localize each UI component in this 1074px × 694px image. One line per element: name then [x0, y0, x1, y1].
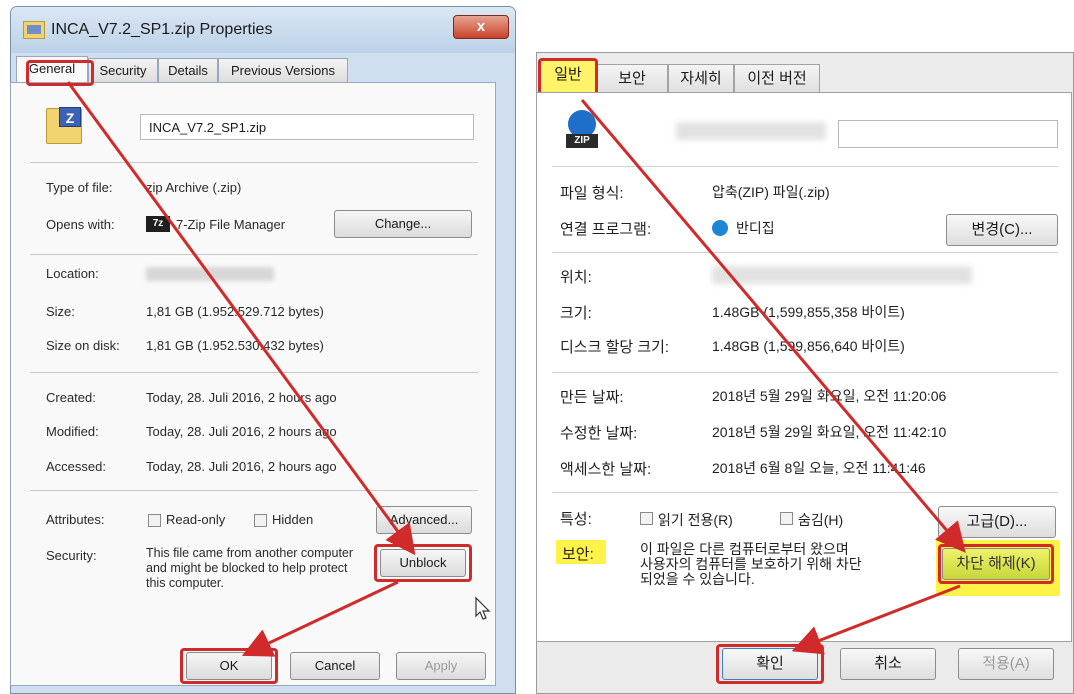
annotation-arrows	[66, 81, 966, 657]
arrow-unblock-to-ok-korean	[791, 584, 961, 655]
arrow-tab-to-unblock-korean	[580, 99, 966, 553]
arrow-tab-to-unblock	[66, 81, 416, 556]
arrow-unblock-to-ok	[241, 580, 399, 657]
